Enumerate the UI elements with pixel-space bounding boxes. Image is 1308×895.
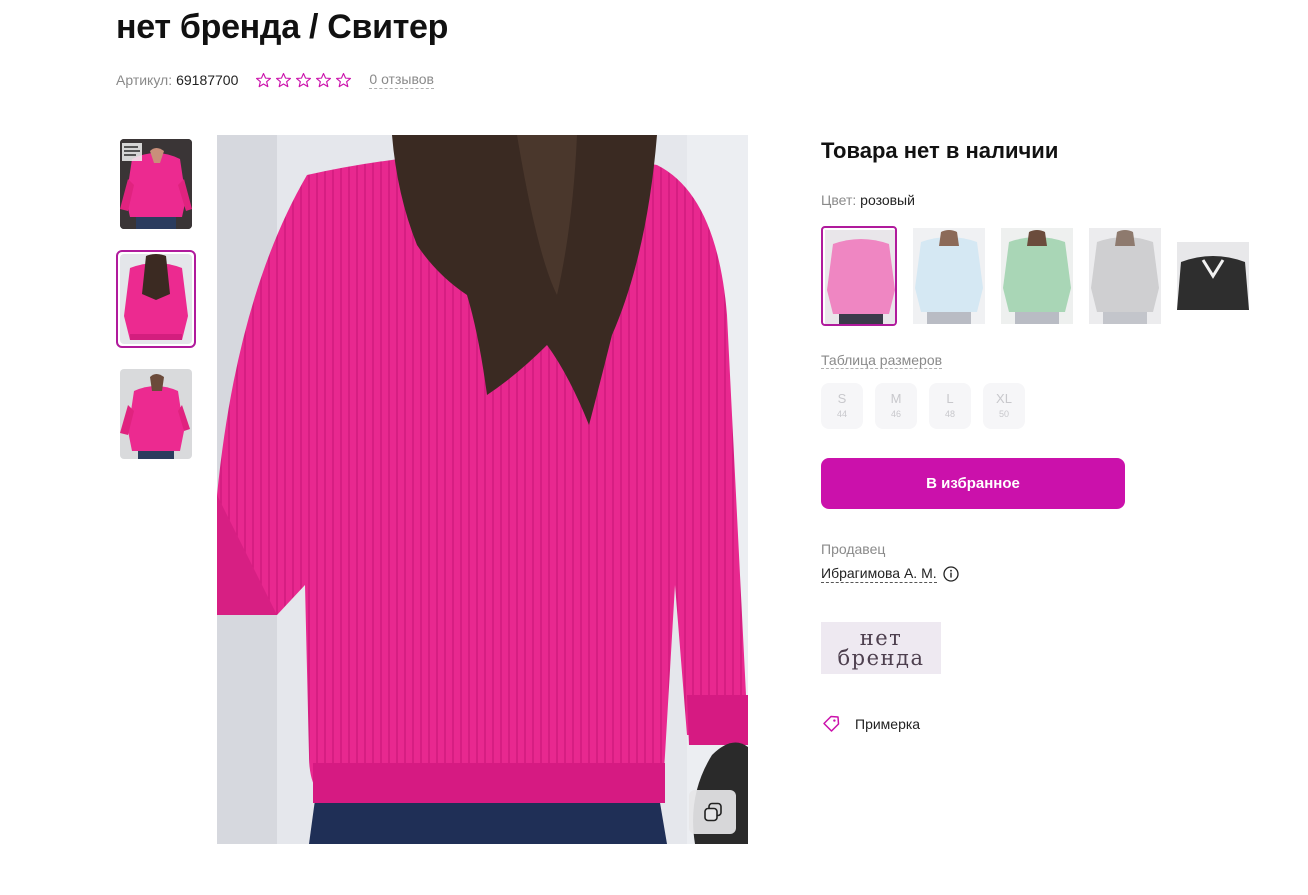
thumbnail-image: [120, 139, 192, 229]
availability-status: Товара нет в наличии: [821, 138, 1059, 163]
thumbnail-2[interactable]: [116, 250, 196, 348]
swatch-grey[interactable]: [1087, 226, 1163, 326]
size-ru: 50: [998, 409, 1009, 419]
color-swatches: [821, 226, 1261, 326]
swatch-light-blue[interactable]: [911, 226, 987, 326]
tag-icon: [823, 715, 840, 732]
brand-logo-line-1: нет: [859, 626, 903, 650]
swatch-mint[interactable]: [999, 226, 1075, 326]
brand-logo[interactable]: нет бренда: [821, 622, 941, 674]
star-icon: [296, 72, 312, 87]
thumbnail-image: [120, 369, 192, 459]
star-icon: [276, 72, 292, 87]
copy-button[interactable]: [689, 790, 736, 834]
size-label: S: [837, 391, 847, 406]
reviews-link[interactable]: 0 отзывов: [369, 71, 434, 89]
size-list: S 44 M 46 L 48 XL 50: [821, 383, 1025, 429]
size-ru: 48: [944, 409, 955, 419]
size-label: L: [946, 391, 954, 406]
product-meta: Артикул: 69187700 0 отзывов: [116, 70, 434, 90]
swatch-pink[interactable]: [821, 226, 897, 326]
color-label: Цвет:: [821, 192, 857, 208]
main-product-photo[interactable]: [217, 135, 748, 844]
fitting-link[interactable]: Примерка: [821, 714, 920, 734]
size-option-m[interactable]: M 46: [875, 383, 917, 429]
swatch-image: [1089, 228, 1161, 324]
star-icon: [256, 72, 272, 87]
swatch-image: [825, 230, 895, 324]
color-label-row: Цвет: розовый: [821, 192, 915, 208]
add-to-favorites-button[interactable]: В избранное: [821, 458, 1125, 509]
copy-icon: [703, 802, 722, 822]
size-ru: 44: [836, 409, 847, 419]
sweater-photo: [217, 135, 748, 844]
size-option-xl[interactable]: XL 50: [983, 383, 1025, 429]
seller-label: Продавец: [821, 541, 886, 557]
size-option-s[interactable]: S 44: [821, 383, 863, 429]
size-table-link[interactable]: Таблица размеров: [821, 352, 943, 369]
star-icon: [336, 72, 352, 87]
star-icon: [316, 72, 332, 87]
product-title: нет бренда / Свитер: [116, 8, 449, 46]
thumbnail-1[interactable]: [116, 135, 196, 233]
thumbnail-3[interactable]: [116, 365, 196, 463]
size-option-l[interactable]: L 48: [929, 383, 971, 429]
size-ru: 46: [890, 409, 901, 419]
swatch-image: [1001, 228, 1073, 324]
article-value: 69187700: [176, 72, 239, 88]
swatch-image: [1177, 242, 1249, 310]
size-label: M: [890, 391, 902, 406]
color-value: розовый: [860, 192, 915, 208]
size-label: XL: [996, 391, 1012, 406]
article-label: Артикул:: [116, 72, 173, 88]
thumbnail-image: [120, 254, 192, 344]
fitting-label: Примерка: [855, 716, 921, 732]
brand-logo-line-2: бренда: [837, 646, 925, 670]
swatch-black[interactable]: [1175, 240, 1251, 312]
swatch-image: [913, 228, 985, 324]
seller-row: Ибрагимова А. М.: [821, 564, 959, 583]
info-icon[interactable]: [942, 565, 959, 582]
rating-stars[interactable]: [255, 72, 352, 89]
seller-name-link[interactable]: Ибрагимова А. М.: [821, 564, 937, 583]
